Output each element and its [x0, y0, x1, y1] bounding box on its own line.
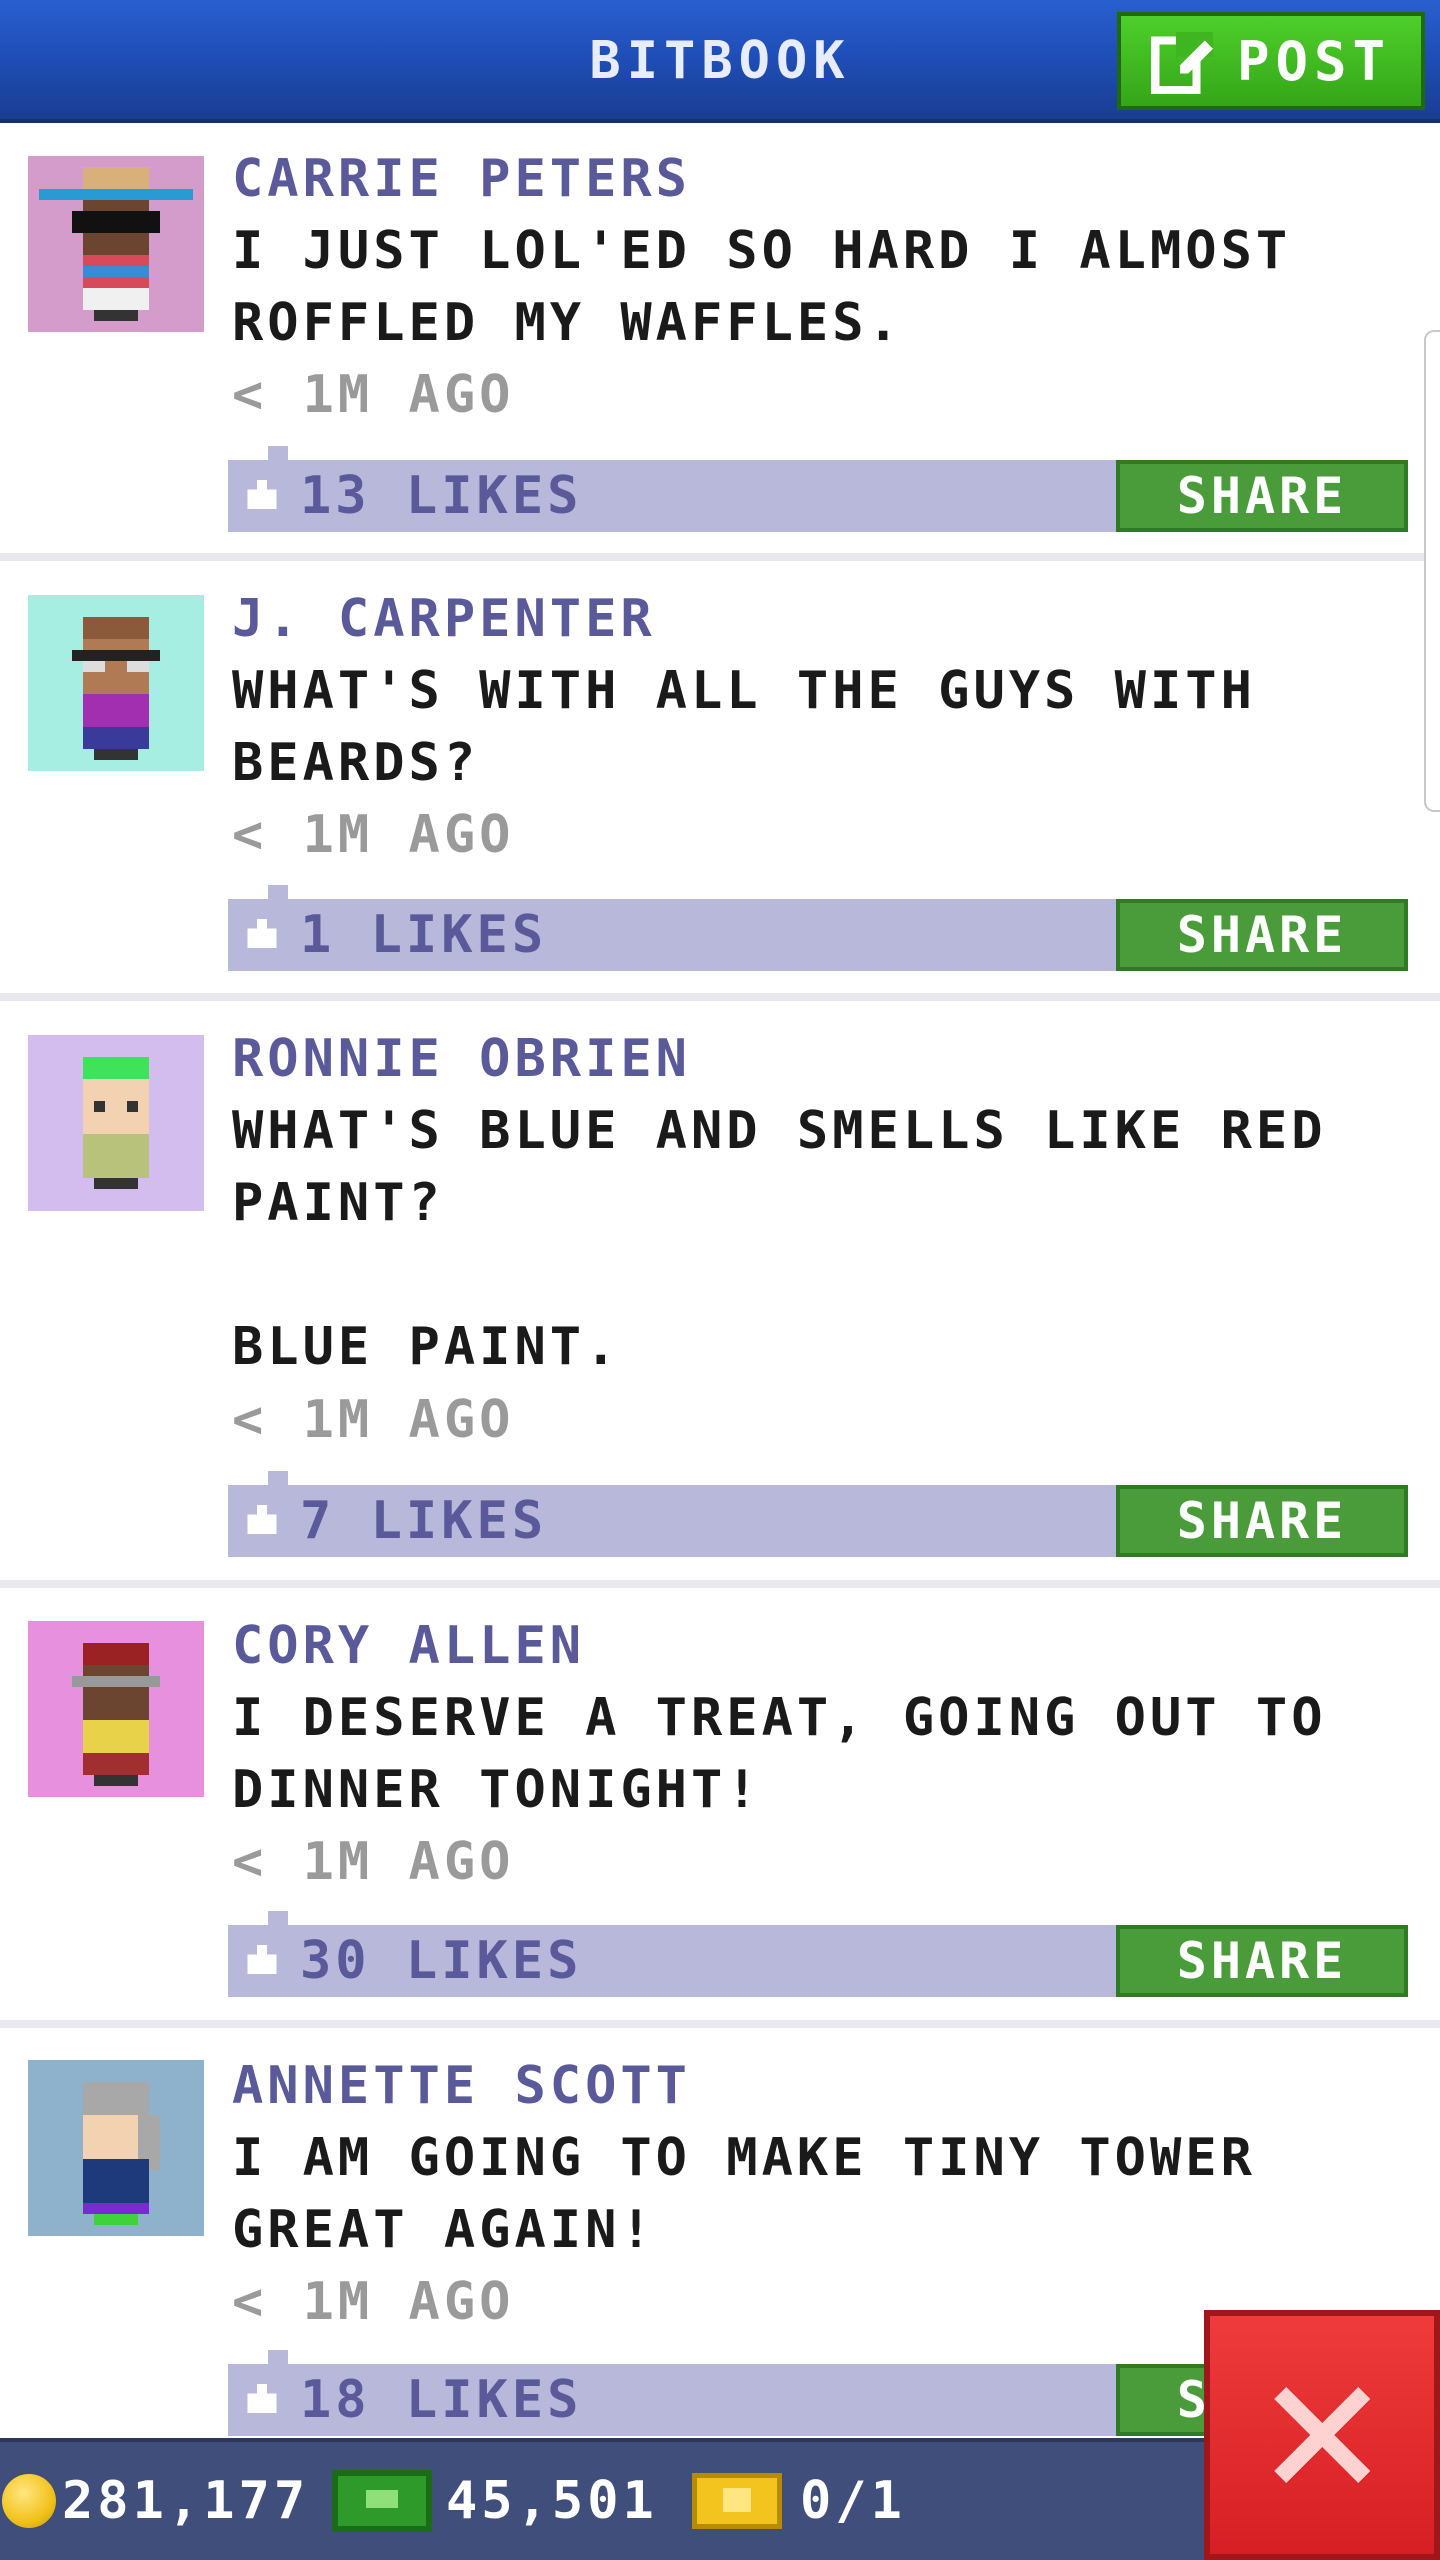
share-button[interactable]: SHARE: [1116, 1925, 1408, 1997]
like-icon[interactable]: [242, 1505, 282, 1539]
top-bar: BITBOOK POST: [0, 0, 1440, 123]
share-button[interactable]: SHARE: [1116, 460, 1408, 532]
avatar: [28, 595, 204, 771]
like-icon[interactable]: [242, 919, 282, 953]
share-button[interactable]: SHARE: [1116, 1485, 1408, 1557]
post-divider: [0, 1580, 1440, 1588]
post-divider: [0, 553, 1440, 561]
post-message: WHAT'S WITH ALL THE GUYS WITH BEARDS?: [232, 661, 1256, 793]
bux-value: 45,501: [446, 2471, 658, 2531]
post-message: WHAT'S BLUE AND SMELLS LIKE RED PAINT? B…: [232, 1101, 1327, 1377]
bux-icon: [332, 2470, 432, 2532]
coins-value: 281,177: [62, 2471, 310, 2531]
like-bar: 13 LIKES SHARE: [228, 446, 1408, 532]
like-icon[interactable]: [242, 480, 282, 514]
compose-icon: [1150, 32, 1213, 94]
like-bar-notch: [268, 885, 288, 899]
coins-counter: 281,177: [2, 2442, 309, 2560]
tickets-counter: 0/1: [692, 2442, 906, 2560]
post-divider: [0, 2020, 1440, 2028]
share-button[interactable]: SHARE: [1116, 899, 1408, 971]
like-bar: 30 LIKES SHARE: [228, 1911, 1408, 1997]
feed-post: CARRIE PETERS I JUST LOL'ED SO HARD I AL…: [0, 123, 1440, 561]
post-button-label: POST: [1236, 29, 1392, 93]
post-message: I AM GOING TO MAKE TINY TOWER GREAT AGAI…: [232, 2128, 1256, 2260]
like-bar-notch: [268, 1471, 288, 1485]
like-count: 30 LIKES: [300, 1931, 583, 1991]
post-time: < 1M AGO: [232, 365, 515, 425]
avatar: [28, 1035, 204, 1211]
avatar: [28, 1621, 204, 1797]
feed-post: CORY ALLEN I DESERVE A TREAT, GOING OUT …: [0, 1590, 1440, 2028]
coin-icon: [2, 2474, 56, 2528]
post-author[interactable]: CARRIE PETERS: [232, 143, 691, 215]
post-time: < 1M AGO: [232, 1390, 515, 1450]
like-icon[interactable]: [242, 1945, 282, 1979]
close-icon: [1274, 2387, 1370, 2483]
close-button[interactable]: [1204, 2310, 1440, 2560]
scrollbar[interactable]: [1424, 330, 1440, 812]
post-time: < 1M AGO: [232, 1832, 515, 1892]
post-time: < 1M AGO: [232, 805, 515, 865]
tickets-value: 0/1: [800, 2471, 906, 2531]
like-bar: 7 LIKES SHARE: [228, 1471, 1408, 1557]
like-bar-notch: [268, 2350, 288, 2364]
post-author[interactable]: ANNETTE SCOTT: [232, 2050, 691, 2122]
post-author[interactable]: J. CARPENTER: [232, 583, 656, 655]
like-icon[interactable]: [242, 2384, 282, 2418]
post-author[interactable]: CORY ALLEN: [232, 1610, 585, 1682]
post-divider: [0, 993, 1440, 1001]
like-count: 1 LIKES: [300, 905, 548, 965]
like-bar-notch: [268, 1911, 288, 1925]
bux-counter: 45,501: [332, 2442, 658, 2560]
post-message: I JUST LOL'ED SO HARD I ALMOST ROFFLED M…: [232, 221, 1292, 353]
avatar: [28, 156, 204, 332]
post-author[interactable]: RONNIE OBRIEN: [232, 1023, 691, 1095]
like-count: 7 LIKES: [300, 1491, 548, 1551]
feed-post: RONNIE OBRIEN WHAT'S BLUE AND SMELLS LIK…: [0, 1003, 1440, 1588]
post-message: I DESERVE A TREAT, GOING OUT TO DINNER T…: [232, 1688, 1327, 1820]
post-button[interactable]: POST: [1117, 12, 1425, 110]
avatar: [28, 2060, 204, 2236]
like-count: 18 LIKES: [300, 2370, 583, 2430]
post-time: < 1M AGO: [232, 2272, 515, 2332]
like-count: 13 LIKES: [300, 466, 583, 526]
ticket-icon: [692, 2473, 782, 2529]
feed-post: J. CARPENTER WHAT'S WITH ALL THE GUYS WI…: [0, 563, 1440, 1001]
like-bar-notch: [268, 446, 288, 460]
like-bar: 1 LIKES SHARE: [228, 885, 1408, 971]
